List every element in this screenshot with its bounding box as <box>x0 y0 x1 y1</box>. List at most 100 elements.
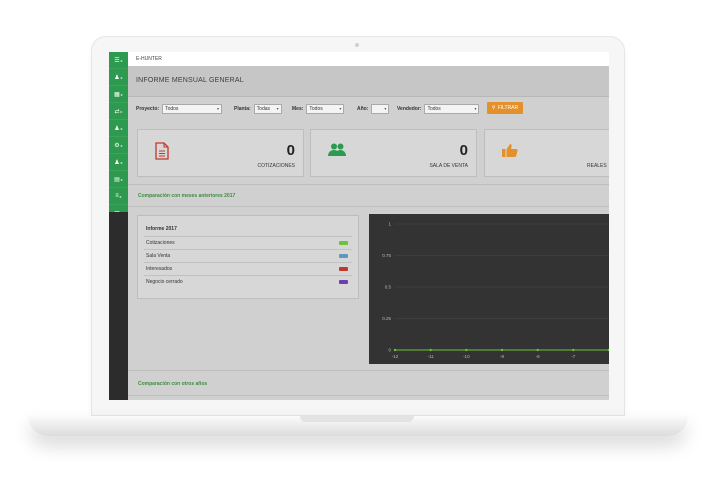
sidebar: ☰▸♟▸▦▸⇄▸♟▸⚙▸♟▸▤▸≡▸▥▸ <box>109 52 128 222</box>
mes-select[interactable]: Todos ▾ <box>306 103 345 114</box>
vendedor-select[interactable]: Todos ▾ <box>424 103 480 114</box>
divider <box>128 395 609 396</box>
caret-right-icon: ▸ <box>120 108 123 114</box>
cotizaciones-label: COTIZACIONES <box>257 163 295 169</box>
legend-title: Informe 2017 <box>146 226 177 232</box>
y-tick-label: 0.25 <box>382 316 391 321</box>
legend-item-cotizaciones: Cotizaciones <box>144 236 352 248</box>
data-point <box>465 348 468 352</box>
share-icon: ⇄ <box>114 108 120 115</box>
calendar-icon: ▦ <box>114 91 120 98</box>
sidebar-item[interactable]: ⇄ ▸ <box>109 103 128 120</box>
user-icon: ♟ <box>114 159 120 166</box>
mes-select-value: Todos <box>309 105 323 112</box>
legend-label: Negocio cerrado <box>146 278 183 285</box>
reales-label: REALES <box>587 163 607 169</box>
divider <box>128 206 609 207</box>
planta-select-value: Todas <box>256 105 271 112</box>
legend-label: Cotizaciones <box>146 239 175 246</box>
x-tick-label: -10 <box>463 354 470 359</box>
filter-bar: Proyecto: Todos ▾ Planta: Todas ▾ Mes: T… <box>128 98 609 120</box>
chevron-down-icon: ▾ <box>474 106 477 111</box>
sidebar-item[interactable]: ≡ ▸ <box>109 188 128 205</box>
filter-button-label: FILTRAR <box>497 105 519 111</box>
caret-right-icon: ▸ <box>120 91 123 97</box>
user-icon: ♟ <box>114 74 120 81</box>
search-icon: ⚲ <box>491 105 496 111</box>
data-point <box>429 348 432 352</box>
y-tick-label: 0.5 <box>385 285 392 290</box>
sidebar-item[interactable]: ♟ ▸ <box>109 69 128 86</box>
users-icon <box>327 142 347 163</box>
filter-anio: Año: ▾ <box>357 103 390 114</box>
chevron-down-icon: ▾ <box>276 106 279 111</box>
document-icon: ▤ <box>114 176 120 183</box>
caret-right-icon: ▸ <box>120 57 123 63</box>
chart-svg: 0 0.25 0.5 0.75 1 -12 -11 -10 -9 -8 -7 <box>382 222 609 359</box>
filter-proyecto-label: Proyecto: <box>136 105 160 112</box>
thumbs-up-icon <box>501 142 519 163</box>
app-name: E-HUNTER <box>136 56 162 62</box>
filter-mes-label: Mes: <box>292 105 304 112</box>
card-cotizaciones: 0 COTIZACIONES <box>137 129 304 177</box>
page-header: INFORME MENSUAL GENERAL <box>128 66 609 97</box>
y-tick-label: 1 <box>388 222 391 227</box>
caret-right-icon: ▸ <box>120 74 123 80</box>
sidebar-item[interactable]: ♟ ▸ <box>109 120 128 137</box>
document-icon <box>154 142 170 165</box>
sidebar-item[interactable]: ☰ ▸ <box>109 52 128 69</box>
legend-label: Sala Venta <box>146 252 171 259</box>
data-point <box>536 348 539 352</box>
section-title-years: Comparación con otros años <box>138 381 208 387</box>
sidebar-item[interactable]: ▤ ▸ <box>109 171 128 188</box>
user-icon: ♟ <box>114 125 120 132</box>
divider <box>128 370 609 371</box>
legend-item-negocio-cerrado: Negocio cerrado <box>144 275 352 287</box>
x-tick-label: -11 <box>428 354 435 359</box>
section-title-months: Comparación con meses anteriores 2017 <box>138 193 236 199</box>
divider <box>128 184 609 185</box>
filter-planta-label: Planta: <box>234 105 251 112</box>
anio-select[interactable]: ▾ <box>371 103 390 114</box>
sidebar-item[interactable]: ▦ ▸ <box>109 86 128 103</box>
proyecto-select[interactable]: Todos ▾ <box>162 103 223 114</box>
planta-select[interactable]: Todas ▾ <box>253 103 282 114</box>
data-point <box>572 348 575 352</box>
filter-proyecto: Proyecto: Todos ▾ <box>136 103 223 114</box>
filter-button[interactable]: ⚲ FILTRAR <box>487 102 523 114</box>
legend-label: Interesados <box>146 265 173 272</box>
legend-swatch <box>339 279 348 284</box>
sidebar-item[interactable]: ⚙ ▸ <box>109 137 128 154</box>
x-tick-label: -8 <box>536 354 540 359</box>
y-tick-label: 0.75 <box>382 253 391 258</box>
page-title: INFORME MENSUAL GENERAL <box>136 77 244 84</box>
x-tick-label: -9 <box>500 354 504 359</box>
legend-panel: Informe 2017 Cotizaciones Sala Venta Int… <box>137 215 359 299</box>
legend-swatch <box>339 253 348 258</box>
vendedor-select-value: Todos <box>427 105 441 112</box>
filter-planta: Planta: Todas ▾ <box>234 103 282 114</box>
list-icon: ≡ <box>115 193 119 199</box>
gear-icon: ⚙ <box>114 142 120 149</box>
sidebar-item[interactable]: ♟ ▸ <box>109 154 128 171</box>
proyecto-select-value: Todos <box>165 105 179 112</box>
chevron-down-icon: ▾ <box>339 106 342 111</box>
cotizaciones-count: 0 <box>286 142 295 159</box>
filter-anio-label: Año: <box>357 105 369 112</box>
card-reales: REALES <box>484 129 609 177</box>
caret-right-icon: ▸ <box>120 142 123 148</box>
caret-right-icon: ▸ <box>120 159 123 165</box>
legend-swatch <box>339 240 348 245</box>
legend-swatch <box>339 266 348 271</box>
chevron-down-icon: ▾ <box>217 106 220 111</box>
topbar: E-HUNTER <box>128 52 609 66</box>
data-point <box>500 348 504 352</box>
sidebar-empty-area <box>109 212 128 400</box>
screen: ☰▸♟▸▦▸⇄▸♟▸⚙▸♟▸▤▸≡▸▥▸ E-HUNTER INFORME ME… <box>109 52 609 400</box>
legend-item-sala-venta: Sala Venta <box>144 249 352 261</box>
data-point <box>607 348 609 352</box>
camera-dot <box>355 43 359 47</box>
caret-right-icon: ▸ <box>120 125 123 131</box>
filter-vendedor: Vendedor: Todos ▾ <box>397 103 480 114</box>
menu-icon: ☰ <box>114 57 120 64</box>
